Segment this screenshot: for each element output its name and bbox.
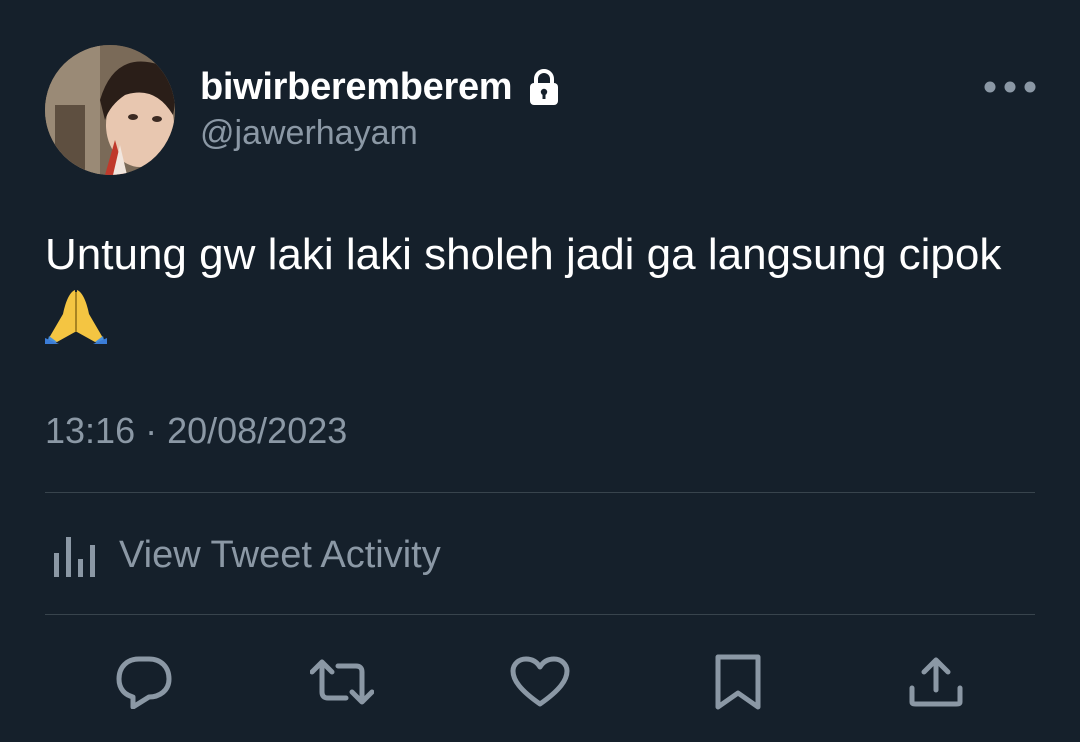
bookmark-button[interactable] <box>706 650 770 714</box>
analytics-icon <box>54 537 95 577</box>
tweet-actions-bar <box>0 650 1080 714</box>
tweet-detail: biwirberemberem @jawerhayam Untung gw la… <box>0 0 1080 742</box>
view-tweet-activity-label: View Tweet Activity <box>119 533 441 576</box>
share-icon <box>909 657 963 707</box>
lock-icon <box>528 68 560 106</box>
retweet-button[interactable] <box>310 650 374 714</box>
reply-button[interactable] <box>112 650 176 714</box>
folded-hands-emoji <box>45 288 107 344</box>
bookmark-icon <box>715 654 761 710</box>
tweet-text-content: Untung gw laki laki sholeh jadi ga langs… <box>45 230 1002 279</box>
reply-icon <box>116 656 172 709</box>
view-tweet-activity-button[interactable]: View Tweet Activity <box>45 530 441 580</box>
heart-icon <box>510 656 570 707</box>
display-name-row: biwirberemberem <box>200 64 560 110</box>
display-name[interactable]: biwirberemberem <box>200 66 513 109</box>
like-button[interactable] <box>508 650 572 714</box>
user-handle[interactable]: @jawerhayam <box>200 114 418 153</box>
divider <box>45 614 1035 615</box>
more-dots-icon <box>984 81 1036 93</box>
divider <box>45 492 1035 493</box>
retweet-icon <box>310 659 374 705</box>
more-options-button[interactable] <box>980 72 1040 102</box>
share-button[interactable] <box>904 650 968 714</box>
tweet-text: Untung gw laki laki sholeh jadi ga langs… <box>45 222 1035 357</box>
avatar[interactable] <box>45 45 175 175</box>
tweet-timestamp[interactable]: 13:16 · 20/08/2023 <box>45 410 347 452</box>
